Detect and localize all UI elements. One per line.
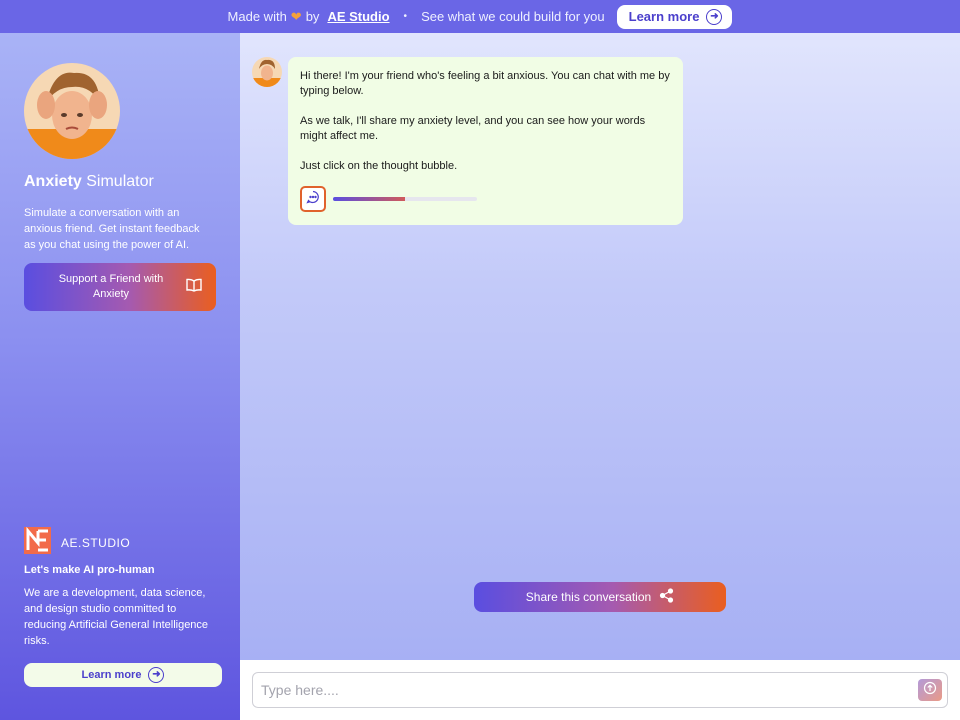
friend-message-bubble: Hi there! I'm your friend who's feeling … — [288, 57, 683, 225]
message-footer — [300, 186, 477, 212]
anxiety-level-fill — [333, 197, 405, 201]
support-friend-label: Support a Friend with Anxiety — [58, 273, 164, 300]
share-icon — [651, 588, 674, 606]
support-friend-button[interactable]: Support a Friend with Anxiety — [24, 263, 216, 311]
anxiety-level-meter — [333, 197, 477, 201]
ae-logo-icon — [24, 526, 51, 559]
made-with-text: Made with — [227, 9, 287, 24]
message-input-bar — [240, 660, 960, 720]
heart-icon: ❤ — [290, 8, 302, 24]
app-title: Anxiety Simulator — [24, 173, 154, 191]
chat-area: Hi there! I'm your friend who's feeling … — [240, 33, 960, 660]
banner-learn-more-button[interactable]: Learn more ➜ — [616, 4, 733, 29]
arrow-right-circle-icon: ➜ — [706, 8, 723, 25]
book-open-icon — [186, 278, 202, 297]
chat-dots-icon — [306, 190, 320, 209]
ae-studio-logo[interactable]: AE.STUDIO — [24, 526, 131, 559]
company-description: We are a development, data science, and … — [24, 587, 209, 647]
arrow-up-circle-icon — [923, 681, 937, 700]
arrow-right-circle-icon: ➜ — [148, 667, 165, 683]
anxious-friend-avatar — [24, 63, 120, 159]
banner-pitch: See what we could build for you — [421, 9, 605, 24]
by-text: by — [305, 9, 320, 24]
ae-studio-link[interactable]: AE Studio — [327, 9, 389, 24]
thought-bubble-button[interactable] — [300, 186, 326, 212]
message-paragraph: As we talk, I'll share my anxiety level,… — [300, 115, 646, 142]
message-paragraph: Just click on the thought bubble. — [300, 160, 458, 172]
send-button[interactable] — [918, 679, 942, 701]
message-paragraph: Hi there! I'm your friend who's feeling … — [300, 70, 670, 97]
banner-learn-more-label: Learn more — [628, 9, 700, 24]
ae-logo-text: AE.STUDIO — [61, 536, 131, 550]
app-description: Simulate a conversation with an anxious … — [24, 207, 200, 251]
separator-dot: • — [403, 11, 408, 22]
share-conversation-button[interactable]: Share this conversation — [474, 582, 726, 612]
share-conversation-label: Share this conversation — [525, 590, 652, 604]
app-title-bold: Anxiety — [24, 173, 82, 190]
top-banner: Made with ❤ by AE Studio • See what we c… — [0, 0, 960, 33]
company-tagline: Let's make AI pro-human — [24, 564, 155, 576]
sidebar-learn-more-label: Learn more — [81, 669, 142, 681]
sidebar: Anxiety Simulator Simulate a conversatio… — [0, 33, 240, 720]
friend-avatar-small — [252, 57, 282, 87]
message-input[interactable] — [252, 672, 948, 708]
sidebar-learn-more-button[interactable]: Learn more ➜ — [24, 663, 222, 687]
app-title-rest: Simulator — [86, 173, 154, 190]
